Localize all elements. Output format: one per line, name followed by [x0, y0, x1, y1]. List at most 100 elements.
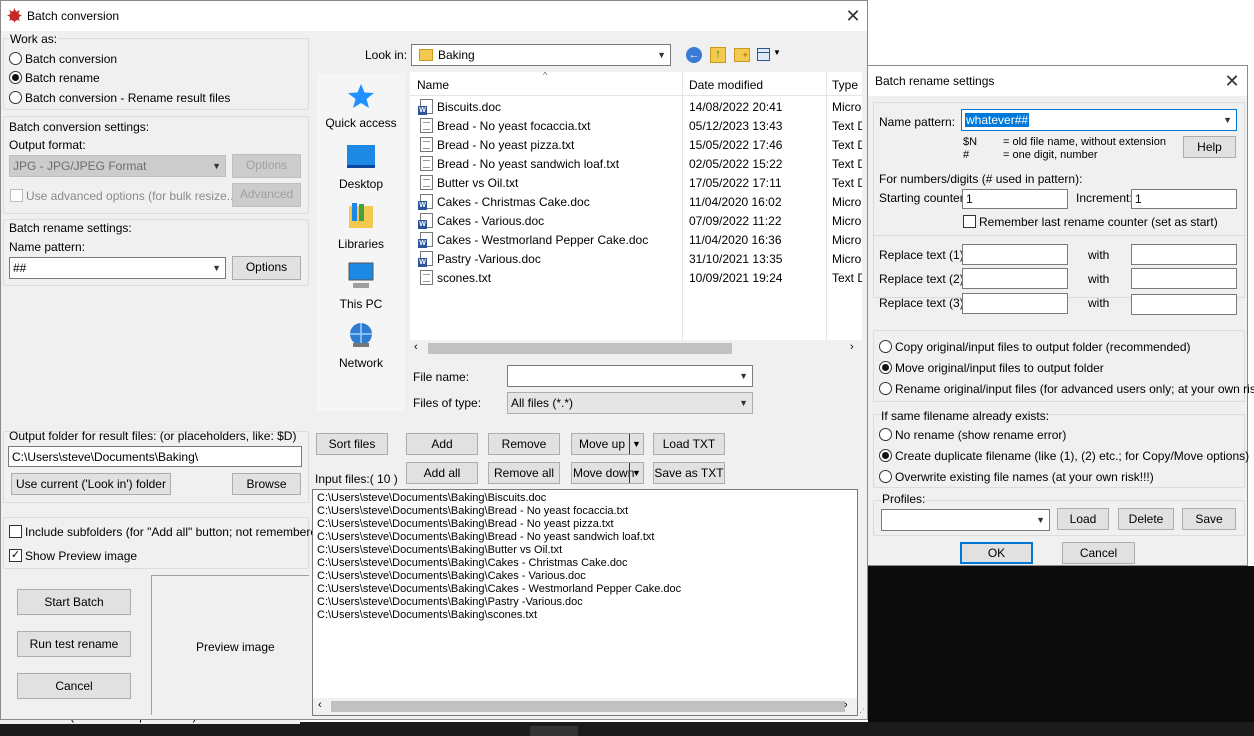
advanced-options-checkbox[interactable] — [10, 189, 23, 202]
list-item[interactable]: C:\Users\steve\Documents\Baking\Butter v… — [317, 544, 562, 557]
use-current-folder-button[interactable]: Use current ('Look in') folder — [11, 473, 171, 495]
file-row[interactable]: Cakes - Various.doc 07/09/2022 11:22 Mic… — [410, 211, 862, 230]
radio-no-rename[interactable] — [879, 428, 892, 441]
move-up-button[interactable]: Move up ▼ — [571, 433, 644, 455]
save-as-txt-button[interactable]: Save as TXT — [653, 462, 725, 484]
radio-move-files-label[interactable]: Move original/input files to output fold… — [895, 361, 1104, 375]
replace-with-1-input[interactable] — [1131, 244, 1237, 265]
place-this-pc[interactable]: This PC — [317, 262, 405, 311]
output-format-select[interactable]: JPG - JPG/JPEG Format ▼ — [9, 155, 226, 177]
scroll-left-icon[interactable]: ‹ — [318, 699, 322, 711]
radio-overwrite[interactable] — [879, 470, 892, 483]
radio-no-rename-label[interactable]: No rename (show rename error) — [895, 428, 1066, 442]
profile-load-button[interactable]: Load — [1057, 508, 1109, 530]
move-down-button[interactable]: Move down ▼ — [571, 462, 644, 484]
file-row[interactable]: Biscuits.doc 14/08/2022 20:41 Micro — [410, 97, 862, 116]
list-item[interactable]: C:\Users\steve\Documents\Baking\scones.t… — [317, 609, 537, 622]
help-button[interactable]: Help — [1183, 136, 1236, 158]
taskbar-button[interactable] — [530, 726, 578, 736]
scroll-left-icon[interactable]: ‹ — [414, 341, 418, 353]
radio-overwrite-label[interactable]: Overwrite existing file names (at your o… — [895, 470, 1154, 484]
remember-counter-label[interactable]: Remember last rename counter (set as sta… — [979, 215, 1218, 229]
file-row[interactable]: scones.txt 10/09/2021 19:24 Text D — [410, 268, 862, 287]
dropdown-arrow-icon[interactable]: ▼ — [629, 463, 643, 483]
file-row[interactable]: Butter vs Oil.txt 17/05/2022 17:11 Text … — [410, 173, 862, 192]
close-icon[interactable]: ✕ — [1220, 70, 1244, 92]
list-item[interactable]: C:\Users\steve\Documents\Baking\Bread - … — [317, 505, 628, 518]
radio-conversion-rename[interactable] — [9, 91, 22, 104]
name-pattern-select[interactable]: whatever## ▼ — [961, 109, 1237, 131]
radio-conversion-rename-label[interactable]: Batch conversion - Rename result files — [25, 91, 230, 105]
show-preview-checkbox[interactable]: ✓ — [9, 549, 22, 562]
input-list-hscrollbar[interactable]: ‹ › — [313, 698, 857, 715]
radio-copy-files[interactable] — [879, 340, 892, 353]
list-item[interactable]: C:\Users\steve\Documents\Baking\Cakes - … — [317, 570, 586, 583]
list-item[interactable]: C:\Users\steve\Documents\Baking\Bread - … — [317, 531, 654, 544]
file-list[interactable]: ^ Name Date modified Type Biscuits.doc 1… — [410, 72, 862, 357]
include-subfolders-checkbox[interactable] — [9, 525, 22, 538]
column-header-name[interactable]: Name — [417, 78, 449, 92]
scroll-right-icon[interactable]: › — [844, 699, 848, 711]
radio-rename-files[interactable] — [879, 382, 892, 395]
resize-grip-icon[interactable]: ⋰ — [856, 707, 865, 718]
file-row[interactable]: Bread - No yeast focaccia.txt 05/12/2023… — [410, 116, 862, 135]
scroll-thumb[interactable] — [331, 701, 845, 712]
radio-batch-conversion-label[interactable]: Batch conversion — [25, 52, 117, 66]
column-header-date[interactable]: Date modified — [689, 78, 763, 92]
run-test-rename-button[interactable]: Run test rename — [17, 631, 131, 657]
replace-text-2-input[interactable] — [962, 268, 1068, 289]
replace-with-3-input[interactable] — [1131, 294, 1237, 315]
files-of-type-select[interactable]: All files (*.*) ▼ — [507, 392, 753, 414]
remove-all-button[interactable]: Remove all — [488, 462, 560, 484]
up-folder-icon[interactable]: ↑ — [710, 47, 726, 63]
place-network[interactable]: Network — [317, 321, 405, 370]
show-preview-label[interactable]: Show Preview image — [25, 549, 137, 563]
back-icon[interactable]: ← — [686, 47, 702, 63]
sort-files-button[interactable]: Sort files — [316, 433, 388, 455]
profile-save-button[interactable]: Save — [1182, 508, 1236, 530]
list-item[interactable]: C:\Users\steve\Documents\Baking\Bread - … — [317, 518, 614, 531]
file-row[interactable]: Pastry -Various.doc 31/10/2021 13:35 Mic… — [410, 249, 862, 268]
rename-options-button[interactable]: Options — [232, 256, 301, 280]
name-pattern-select[interactable]: ## ▼ — [9, 257, 226, 279]
cancel-button[interactable]: Cancel — [17, 673, 131, 699]
replace-with-2-input[interactable] — [1131, 268, 1237, 289]
ok-button[interactable]: OK — [960, 542, 1033, 564]
replace-text-1-input[interactable] — [962, 244, 1068, 265]
new-folder-icon[interactable]: ✦ — [734, 48, 750, 62]
file-row[interactable]: Bread - No yeast sandwich loaf.txt 02/05… — [410, 154, 862, 173]
profile-delete-button[interactable]: Delete — [1118, 508, 1174, 530]
increment-input[interactable]: 1 — [1131, 189, 1237, 209]
add-all-button[interactable]: Add all — [406, 462, 478, 484]
radio-rename-files-label[interactable]: Rename original/input files (for advance… — [895, 382, 1254, 396]
place-quick-access[interactable]: Quick access — [317, 83, 405, 130]
radio-move-files[interactable] — [879, 361, 892, 374]
radio-batch-rename[interactable] — [9, 71, 22, 84]
starting-counter-input[interactable]: 1 — [962, 189, 1068, 209]
include-subfolders-label[interactable]: Include subfolders (for "Add all" button… — [25, 525, 328, 539]
radio-create-duplicate[interactable] — [879, 449, 892, 462]
file-row[interactable]: Bread - No yeast pizza.txt 15/05/2022 17… — [410, 135, 862, 154]
remove-button[interactable]: Remove — [488, 433, 560, 455]
radio-batch-conversion[interactable] — [9, 52, 22, 65]
file-name-input[interactable]: ▼ — [507, 365, 753, 387]
list-item[interactable]: C:\Users\steve\Documents\Baking\Biscuits… — [317, 492, 546, 505]
look-in-select[interactable]: Baking ▼ — [411, 44, 671, 66]
advanced-options-label[interactable]: Use advanced options (for bulk resize...… — [26, 189, 241, 203]
radio-batch-rename-label[interactable]: Batch rename — [25, 71, 100, 85]
file-list-hscrollbar[interactable]: ‹ › — [410, 340, 862, 357]
dropdown-arrow-icon[interactable]: ▼ — [629, 434, 643, 454]
close-icon[interactable]: ✕ — [841, 5, 865, 27]
list-item[interactable]: C:\Users\steve\Documents\Baking\Cakes - … — [317, 557, 628, 570]
list-item[interactable]: C:\Users\steve\Documents\Baking\Cakes - … — [317, 583, 681, 596]
radio-create-duplicate-label[interactable]: Create duplicate filename (like (1), (2)… — [895, 449, 1249, 463]
remember-counter-checkbox[interactable] — [963, 215, 976, 228]
output-folder-input[interactable]: C:\Users\steve\Documents\Baking\ — [8, 446, 302, 467]
browse-button[interactable]: Browse — [232, 473, 301, 495]
scroll-thumb[interactable] — [428, 343, 732, 354]
view-menu-icon[interactable]: ▼ — [757, 48, 781, 62]
conversion-options-button[interactable]: Options — [232, 154, 301, 178]
load-txt-button[interactable]: Load TXT — [653, 433, 725, 455]
place-desktop[interactable]: Desktop — [317, 144, 405, 191]
list-item[interactable]: C:\Users\steve\Documents\Baking\Pastry -… — [317, 596, 583, 609]
